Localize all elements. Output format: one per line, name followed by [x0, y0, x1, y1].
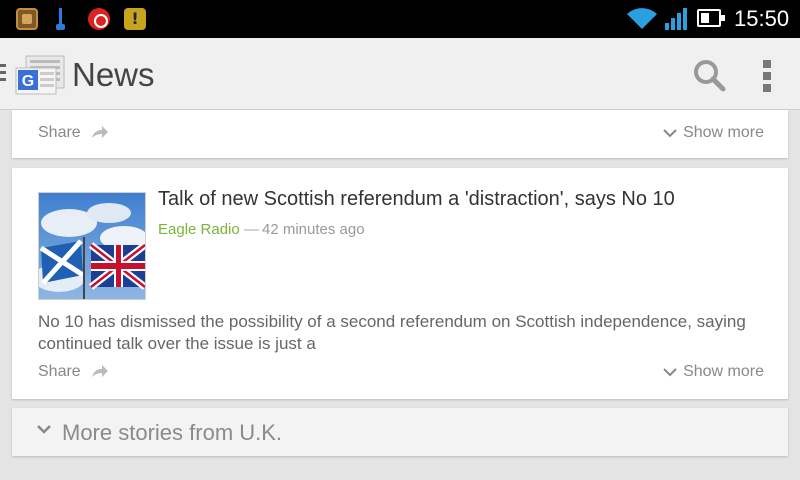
app-title: News: [72, 56, 155, 93]
wifi-icon: [627, 8, 657, 30]
flags-image: [39, 193, 145, 299]
screen-record-icon: [88, 8, 110, 30]
signal-icon: [665, 8, 687, 30]
action-bar: G News: [0, 38, 800, 110]
article-time: 42 minutes ago: [262, 221, 365, 238]
gallery-icon: [16, 8, 38, 30]
show-more-button[interactable]: Show more: [663, 124, 764, 142]
chevron-down-icon: [663, 129, 677, 138]
share-arrow-icon: [92, 126, 109, 138]
news-card: Share Show more: [12, 110, 788, 158]
overflow-menu-icon[interactable]: [752, 56, 782, 96]
news-card-article[interactable]: Talk of new Scottish referendum a 'distr…: [12, 168, 788, 399]
battery-icon: [697, 9, 725, 27]
article-snippet[interactable]: No 10 has dismissed the possibility of a…: [38, 311, 768, 355]
clock: 15:50: [734, 6, 790, 31]
warning-icon: [124, 8, 146, 30]
article-headline[interactable]: Talk of new Scottish referendum a 'distr…: [158, 188, 758, 211]
share-button[interactable]: Share: [38, 124, 109, 142]
show-more-label: Show more: [683, 124, 764, 141]
more-stories-label: More stories from U.K.: [62, 420, 283, 445]
search-icon[interactable]: [690, 56, 730, 96]
share-label: Share: [38, 363, 81, 380]
google-news-logo[interactable]: G: [12, 50, 66, 98]
share-arrow-icon: [92, 365, 109, 377]
separator: —: [244, 221, 259, 238]
article-source[interactable]: Eagle Radio: [158, 221, 240, 238]
chevron-down-icon: [663, 368, 677, 377]
share-label: Share: [38, 124, 81, 141]
share-button[interactable]: Share: [38, 363, 109, 381]
article-thumbnail[interactable]: [38, 192, 146, 300]
status-bar: 15:50: [0, 0, 800, 38]
show-more-button[interactable]: Show more: [663, 363, 764, 381]
show-more-label: Show more: [683, 363, 764, 380]
more-stories-button[interactable]: More stories from U.K.: [12, 408, 788, 456]
svg-text:G: G: [22, 73, 34, 90]
usb-icon: [56, 8, 65, 30]
chevron-down-icon: [37, 425, 51, 434]
drawer-indicator-icon[interactable]: [0, 64, 6, 86]
